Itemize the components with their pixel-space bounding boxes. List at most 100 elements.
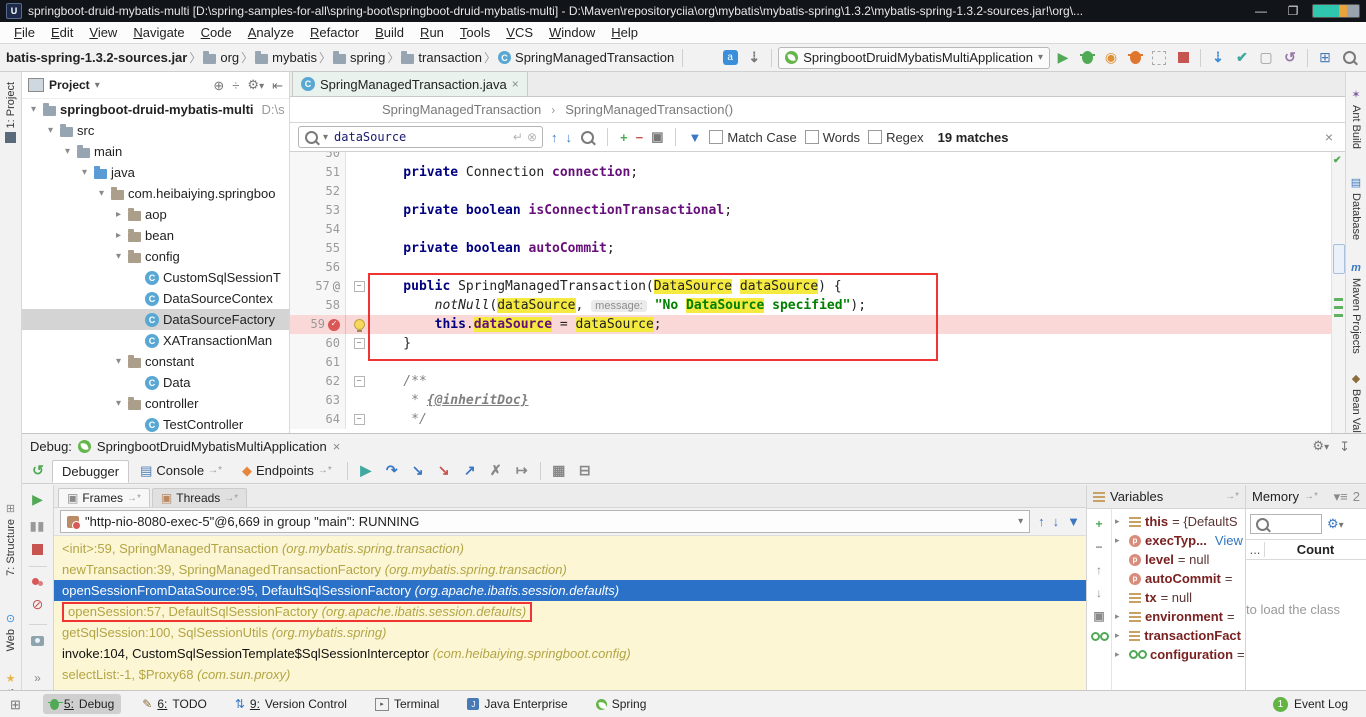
code-line[interactable]: 60 − }	[290, 334, 1345, 353]
chevron-collapsed-icon[interactable]: ▸	[1115, 611, 1125, 622]
stack-frame-row[interactable]: invoke:104, CustomSqlSessionTemplate$Sql…	[54, 643, 1086, 664]
chevron-collapsed-icon[interactable]: ▸	[1115, 630, 1125, 641]
show-execution-point-icon[interactable]: ▶	[354, 462, 378, 479]
menu-refactor[interactable]: Refactor	[302, 23, 367, 42]
statusbar-todo[interactable]: ✎6:TODO	[135, 694, 214, 714]
memory-layout-icon[interactable]: ▾≡	[1334, 489, 1348, 505]
breadcrumb-item[interactable]: transaction	[401, 50, 482, 65]
pause-button[interactable]: ▮▮	[30, 519, 45, 533]
mute-breakpoints-icon[interactable]: ⊘	[32, 596, 44, 613]
code-line[interactable]: 59✓ this.dataSource = dataSource;	[290, 315, 1345, 334]
debug-tab-endpoints[interactable]: ◆Endpoints→*	[233, 460, 341, 482]
drop-frame-icon[interactable]: ✗	[484, 462, 508, 479]
chevron-collapsed-icon[interactable]: ▸	[113, 230, 124, 241]
fold-icon[interactable]: −	[354, 376, 365, 387]
chevron-collapsed-icon[interactable]: ▸	[1115, 516, 1125, 527]
previous-frame-icon[interactable]: ↑	[1038, 514, 1045, 529]
chevron-collapsed-icon[interactable]: ▸	[1115, 535, 1125, 546]
search-everywhere-button[interactable]	[1338, 48, 1360, 68]
copy-icon[interactable]: ▣	[1093, 609, 1104, 623]
shelve-button[interactable]: ▢	[1255, 48, 1277, 68]
chevron-expanded-icon[interactable]: ▾	[113, 398, 124, 409]
code-line[interactable]: 61	[290, 353, 1345, 372]
tree-item[interactable]: C XATransactionMan	[22, 330, 289, 351]
chevron-expanded-icon[interactable]: ▾	[96, 188, 107, 199]
debug-tab-debugger[interactable]: Debugger	[52, 460, 129, 483]
close-session-icon[interactable]: ×	[333, 439, 341, 454]
menu-tools[interactable]: Tools	[452, 23, 498, 42]
memory-indicator-widget[interactable]	[1312, 4, 1360, 18]
line-number-gutter[interactable]: 64	[290, 410, 346, 429]
code-line[interactable]: 64 − */	[290, 410, 1345, 429]
memory-search-field[interactable]	[1250, 514, 1322, 534]
variable-row[interactable]: ▸ environment =	[1112, 607, 1245, 626]
variable-row[interactable]: ▸ p execTyp... View	[1112, 531, 1245, 550]
next-occurrence-icon[interactable]: ↓	[566, 130, 573, 145]
menu-view[interactable]: View	[81, 23, 125, 42]
variable-row[interactable]: ▸ transactionFact	[1112, 626, 1245, 645]
breakpoint-icon[interactable]: ✓	[328, 319, 340, 331]
chevron-expanded-icon[interactable]: ▾	[79, 167, 90, 178]
next-frame-icon[interactable]: ↓	[1053, 514, 1060, 529]
search-input[interactable]	[332, 129, 509, 145]
tree-item[interactable]: C DataSourceFactory	[22, 309, 289, 330]
inspections-ok-icon[interactable]: ✔	[1333, 155, 1341, 166]
breadcrumb-item[interactable]: mybatis	[255, 50, 317, 65]
minimize-button[interactable]: —	[1248, 4, 1274, 18]
translate-icon[interactable]: a	[719, 48, 741, 68]
menu-analyze[interactable]: Analyze	[240, 23, 302, 42]
menu-help[interactable]: Help	[603, 23, 646, 42]
chevron-collapsed-icon[interactable]: ▸	[1115, 649, 1125, 660]
code-line[interactable]: 55 private boolean autoCommit;	[290, 239, 1345, 258]
move-up-icon[interactable]: ↑	[1096, 563, 1102, 577]
statusbar-java-enterprise[interactable]: JJava Enterprise	[460, 694, 574, 714]
code-line[interactable]: 53 private boolean isConnectionTransacti…	[290, 201, 1345, 220]
remove-occurrence-icon[interactable]: −	[636, 130, 644, 145]
intention-bulb-icon[interactable]	[354, 319, 365, 330]
chevron-collapsed-icon[interactable]: ▸	[113, 209, 124, 220]
menu-edit[interactable]: Edit	[43, 23, 81, 42]
breadcrumb-item[interactable]: CSpringManagedTransaction	[498, 50, 674, 65]
tool-stripe-maven[interactable]: mMaven Projects	[1346, 262, 1366, 354]
close-find-bar-icon[interactable]: ×	[1325, 129, 1337, 145]
hide-panel-icon[interactable]: ⇤	[272, 79, 283, 92]
thread-dump-icon[interactable]	[31, 636, 44, 646]
statusbar-version-control[interactable]: ⇅9:Version Control	[228, 694, 354, 714]
statusbar-terminal[interactable]: ▸Terminal	[368, 694, 446, 714]
variable-row[interactable]: tx = null	[1112, 588, 1245, 607]
code-line[interactable]: 51 private Connection connection;	[290, 163, 1345, 182]
regex-checkbox[interactable]: Regex	[868, 130, 924, 145]
fold-icon[interactable]: −	[354, 414, 365, 425]
statusbar-spring[interactable]: Spring	[589, 694, 654, 714]
variable-row[interactable]: ▸ this = {DefaultS	[1112, 512, 1245, 531]
clear-search-icon[interactable]: ⊗	[527, 130, 537, 144]
tree-item[interactable]: ▾ src	[22, 120, 289, 141]
tree-item[interactable]: ▾ com.heibaiying.springboo	[22, 183, 289, 204]
select-all-occurrences-icon[interactable]: ▣	[651, 129, 663, 145]
move-down-icon[interactable]: ↓	[1096, 586, 1102, 600]
chevron-expanded-icon[interactable]: ▾	[28, 104, 39, 115]
tree-item[interactable]: ▾ config	[22, 246, 289, 267]
chevron-expanded-icon[interactable]: ▾	[45, 125, 56, 136]
step-into-icon[interactable]: ↘	[406, 462, 430, 479]
evaluate-expression-icon[interactable]: ▦	[547, 462, 571, 479]
line-number-gutter[interactable]: 53	[290, 201, 346, 220]
rollback-button[interactable]: ↺	[1279, 48, 1301, 68]
debug-session-tab[interactable]: SpringbootDruidMybatisMultiApplication	[97, 439, 327, 454]
code-line[interactable]: 58 notNull(dataSource, message: "No Data…	[290, 296, 1345, 315]
rerun-icon[interactable]: ↺	[26, 462, 50, 479]
stack-frame-row[interactable]: <init>:59, SpringManagedTransaction (org…	[54, 538, 1086, 559]
tree-item[interactable]: ▾ controller	[22, 393, 289, 414]
code-line[interactable]: 54	[290, 220, 1345, 239]
fold-gutter[interactable]: −	[346, 334, 372, 353]
count-column[interactable]: Count	[1265, 542, 1366, 557]
resume-button[interactable]: ▶	[32, 491, 43, 508]
update-project-button[interactable]: ⇣	[1207, 48, 1229, 68]
line-number-gutter[interactable]: 52	[290, 182, 346, 201]
menu-navigate[interactable]: Navigate	[125, 23, 192, 42]
stack-frame-row[interactable]: openSessionFromDataSource:95, DefaultSql…	[54, 580, 1086, 601]
tool-windows-icon[interactable]: ⊞	[10, 698, 21, 711]
code-line[interactable]: 63 * {@inheritDoc}	[290, 391, 1345, 410]
chevron-expanded-icon[interactable]: ▾	[113, 251, 124, 262]
find-all-icon[interactable]	[581, 131, 594, 144]
